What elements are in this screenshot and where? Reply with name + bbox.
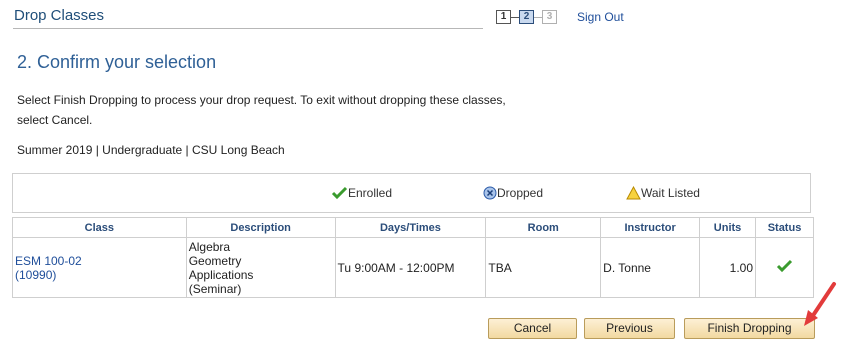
instructions-text: Select Finish Dropping to process your d… [17,90,537,130]
description-line: Geometry [188,253,242,268]
room-cell: TBA [485,237,602,298]
class-code-link[interactable]: ESM 100-02 [15,254,184,268]
class-number-link[interactable]: (10990) [15,268,184,282]
column-header-days-times: Days/Times [334,217,487,238]
table-row: ESM 100-02 (10990) Algebra Geometry Appl… [12,237,814,298]
days-times-cell: Tu 9:00AM - 12:00PM [334,237,487,298]
finish-dropping-button[interactable]: Finish Dropping [684,318,815,339]
column-header-units: Units [699,217,756,238]
legend-wait-listed-label: Wait Listed [641,186,700,200]
instructions-line-1: Select Finish Dropping to process your d… [17,93,506,107]
enrolled-check-icon [776,259,793,273]
class-cell: ESM 100-02 (10990) [12,237,187,298]
section-heading: 2. Confirm your selection [17,52,217,72]
description-line: Applications [188,267,254,282]
term-info: Summer 2019 | Undergraduate | CSU Long B… [17,143,285,157]
step-2-current: 2 [519,10,534,24]
cancel-button[interactable]: Cancel [488,318,577,339]
column-header-room: Room [485,217,602,238]
red-arrow-annotation [804,282,836,326]
legend-dropped: Dropped [483,186,543,200]
table-header-row: Class Description Days/Times Room Instru… [12,217,814,238]
warning-triangle-icon [626,186,641,200]
status-legend: Enrolled Dropped Wait Listed [12,173,811,213]
column-header-description: Description [185,217,336,238]
legend-wait-listed: Wait Listed [626,186,700,200]
column-header-class: Class [12,217,187,238]
description-line: Algebra [188,239,231,254]
step-connector [534,16,542,18]
instructions-line-2: select Cancel. [17,113,93,127]
description-cell: Algebra Geometry Applications (Seminar) [185,237,336,298]
units-cell: 1.00 [699,237,756,298]
page-title: Drop Classes [14,7,105,24]
check-icon [331,186,348,200]
step-3: 3 [542,10,557,24]
drop-classes-table-container: Class Description Days/Times Room Instru… [12,217,814,298]
legend-dropped-label: Dropped [497,186,544,200]
previous-button[interactable]: Previous [584,318,675,339]
dropped-x-icon [483,186,497,200]
column-header-status: Status [755,217,814,238]
column-header-instructor: Instructor [600,217,701,238]
sign-out-link[interactable]: Sign Out [577,10,624,24]
instructor-cell: D. Tonne [600,237,701,298]
legend-enrolled-label: Enrolled [348,186,393,200]
drop-classes-table: Class Description Days/Times Room Instru… [12,217,814,298]
step-connector [511,16,519,18]
step-indicator: 1 2 3 [496,10,557,24]
legend-enrolled: Enrolled [331,186,392,200]
description-line: (Seminar) [188,281,242,296]
title-divider [13,28,483,29]
step-1[interactable]: 1 [496,10,511,24]
